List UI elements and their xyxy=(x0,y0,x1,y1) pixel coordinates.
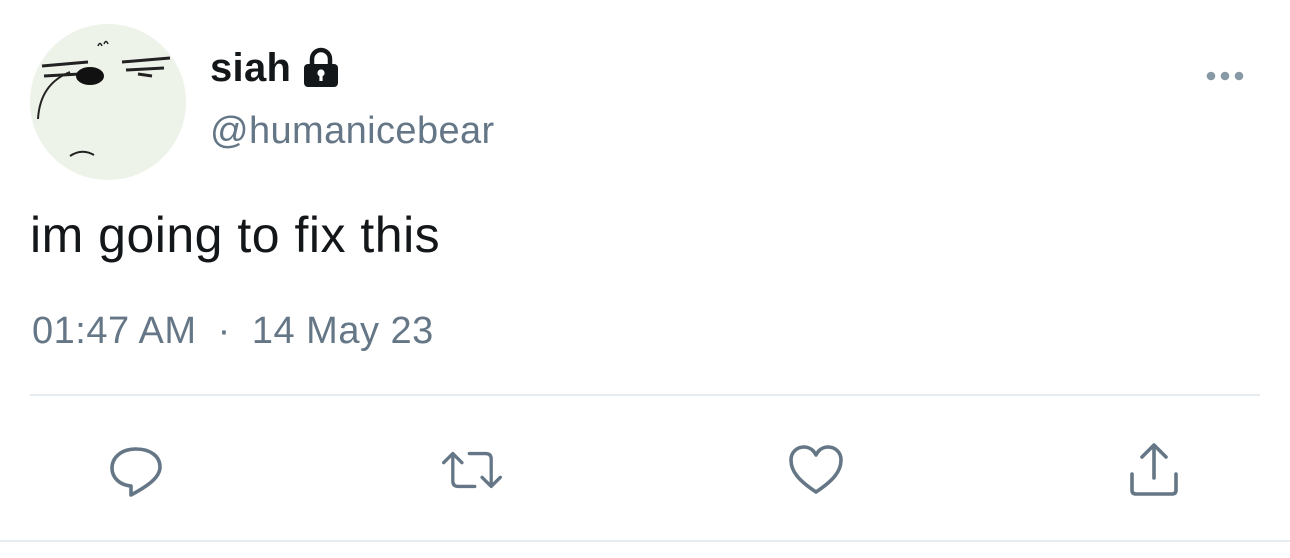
reply-button[interactable] xyxy=(104,438,168,502)
tweet-card: siah @humanicebear im going to fix this … xyxy=(0,0,1290,558)
timestamp-separator: · xyxy=(217,310,231,352)
bottom-divider xyxy=(0,540,1290,542)
reply-icon xyxy=(110,447,162,497)
share-icon xyxy=(1130,443,1178,496)
tweet-text: im going to fix this xyxy=(30,207,441,263)
display-name[interactable]: siah xyxy=(210,46,291,91)
avatar-image xyxy=(30,24,186,180)
display-name-row: siah xyxy=(210,42,341,94)
share-button[interactable] xyxy=(1122,438,1186,502)
user-handle[interactable]: @humanicebear xyxy=(210,110,495,153)
retweet-button[interactable] xyxy=(440,438,504,502)
heart-icon xyxy=(789,445,843,494)
more-options-icon[interactable] xyxy=(1200,64,1250,88)
divider xyxy=(30,394,1260,396)
lock-icon xyxy=(301,47,341,89)
tweet-date: 14 May 23 xyxy=(251,310,434,352)
retweet-icon xyxy=(442,451,502,489)
timestamp[interactable]: 01:47 AM · 14 May 23 xyxy=(32,310,434,353)
tweet-time: 01:47 AM xyxy=(32,310,197,352)
avatar[interactable] xyxy=(30,24,186,180)
like-button[interactable] xyxy=(784,438,848,502)
